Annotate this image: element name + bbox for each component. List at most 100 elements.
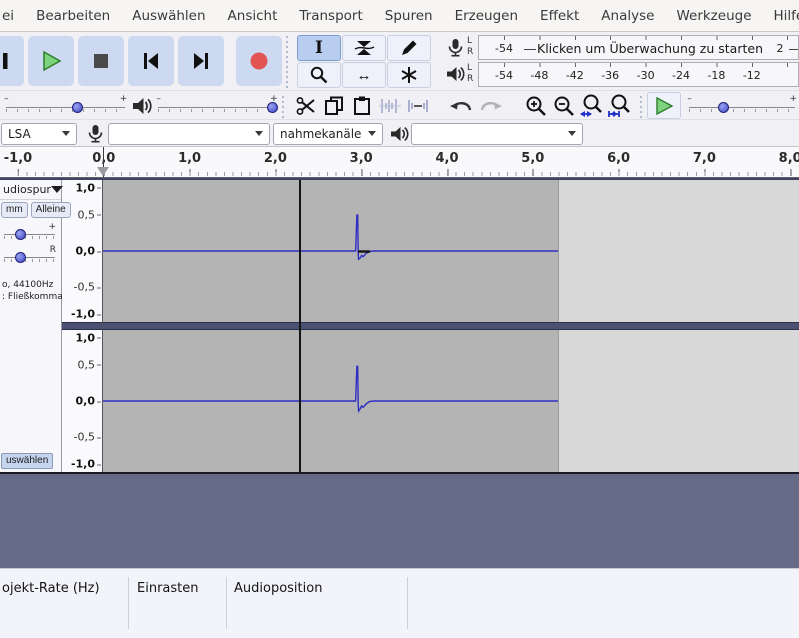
paste-icon [354, 96, 371, 115]
meter-scale-label: -18 [707, 68, 726, 82]
pause-button[interactable] [0, 35, 24, 86]
skip-to-start-button[interactable] [128, 35, 174, 86]
menu-item-Hilfe[interactable]: Hilfe [763, 8, 799, 24]
recording-channels-select[interactable]: nahmekanäle [273, 122, 383, 145]
recording-volume-thumb[interactable] [72, 101, 83, 113]
recording-meter-row: LR -54 Klicken um Überwachung zu starten… [443, 34, 799, 60]
menu-item-Erzeugen[interactable]: Erzeugen [444, 8, 529, 24]
timeline-label: 5,0 [521, 151, 545, 176]
menu-item-Transport[interactable]: Transport [288, 8, 373, 24]
playback-volume-thumb[interactable] [267, 101, 279, 113]
scale-label: -0,5 [73, 430, 102, 444]
fit-project-button[interactable] [607, 93, 633, 119]
copy-button[interactable] [321, 93, 347, 119]
divider [128, 577, 129, 629]
multi-tool-button[interactable] [387, 62, 431, 88]
timeline-label: -1,0 [3, 151, 33, 176]
recording-device-mic-icon [82, 123, 108, 144]
pan-slider[interactable]: R [2, 244, 59, 266]
gain-slider[interactable]: + [2, 221, 59, 243]
menu-item-Ansicht[interactable]: Ansicht [217, 8, 289, 24]
project-background[interactable] [0, 474, 799, 568]
channel-1-waveform[interactable] [103, 180, 799, 322]
channel-2-waveform[interactable] [103, 330, 799, 472]
playback-meter[interactable]: -54-48-42-36-30-24-18-12 -6 [478, 61, 799, 87]
recording-meter[interactable]: -54 Klicken um Überwachung zu starten 2 … [478, 34, 799, 60]
slider-track [4, 257, 55, 258]
zoom-tool-icon [310, 66, 328, 84]
cut-button[interactable] [293, 93, 319, 119]
slider-track [6, 106, 126, 108]
paste-button[interactable] [349, 93, 375, 119]
play-speed-slider[interactable]: – + [685, 94, 799, 118]
toolbar-grip[interactable] [285, 33, 292, 88]
menu-item-Effekt[interactable]: Effekt [529, 8, 590, 24]
channel-separator[interactable] [103, 322, 799, 330]
skip-to-start-icon [144, 52, 158, 69]
play-at-speed-button[interactable] [647, 92, 682, 119]
vertical-rulers: 1,0 0,5 0,0 -0,5 -1,0 1,0 0,5 0,0 -0,5 -1,0 [62, 180, 103, 472]
timeline-label: 2,0 [263, 151, 287, 176]
recording-device-select[interactable] [108, 122, 270, 145]
timeline-label: 6,0 [607, 151, 631, 176]
audio-host-select[interactable]: LSA [1, 122, 77, 145]
silence-audio-button[interactable] [405, 93, 431, 119]
redo-button[interactable] [477, 93, 503, 119]
playback-device-select[interactable] [411, 122, 583, 145]
zoom-out-icon [554, 96, 575, 116]
stop-button[interactable] [78, 35, 124, 86]
channel-1-scale[interactable]: 1,0 0,5 0,0 -0,5 -1,0 [62, 180, 102, 322]
zoom-out-button[interactable] [551, 93, 577, 119]
toolbar-grip[interactable] [639, 93, 647, 118]
meter-scale-label: -54 [495, 41, 513, 55]
fit-selection-button[interactable] [579, 93, 605, 119]
meter-scale-label: -30 [636, 68, 655, 82]
pause-icon [3, 52, 8, 69]
menu-item-Auswählen[interactable]: Auswählen [121, 8, 216, 24]
slider-minus-label: – [4, 93, 9, 104]
meter-scale-label: -36 [601, 68, 620, 82]
track-name-row[interactable]: udiospur [0, 180, 63, 200]
selection-tool-button[interactable]: I [297, 35, 341, 61]
divider [226, 577, 227, 629]
timeline-minor-ticks [18, 172, 799, 176]
menu-item-ei[interactable]: ei [0, 8, 25, 24]
undo-button[interactable] [449, 93, 475, 119]
menu-item-Analyse[interactable]: Analyse [590, 8, 665, 24]
timeline-ruler[interactable]: -1,00,01,02,03,04,05,06,07,08,0 [0, 146, 799, 178]
select-track-button[interactable]: uswählen [1, 453, 54, 469]
slider-ticks [4, 259, 55, 262]
menu-item-Spuren[interactable]: Spuren [374, 8, 444, 24]
trim-audio-button[interactable] [377, 93, 403, 119]
recording-volume-slider[interactable]: – + [2, 94, 129, 118]
playhead-marker[interactable] [97, 167, 109, 176]
menu-item-Werkzeuge[interactable]: Werkzeuge [665, 8, 762, 24]
draw-tool-button[interactable] [387, 35, 431, 61]
mute-button[interactable]: mm [1, 202, 28, 218]
gain-thumb[interactable] [15, 229, 26, 240]
pan-thumb[interactable] [15, 252, 26, 263]
scale-label: 0,5 [77, 208, 101, 222]
scale-label: 0,0 [75, 244, 101, 258]
zoom-tool-button[interactable] [297, 62, 341, 88]
meter-ticks [504, 35, 798, 40]
menu-item-Bearbeiten[interactable]: Bearbeiten [25, 8, 121, 24]
zoom-in-button[interactable] [523, 93, 549, 119]
envelope-tool-button[interactable] [342, 35, 386, 61]
play-button[interactable] [28, 35, 74, 86]
chevron-down-icon [368, 131, 376, 136]
play-speed-thumb[interactable] [718, 101, 730, 113]
redo-icon [481, 101, 503, 110]
silence-audio-icon [408, 99, 429, 112]
playback-volume-speaker-icon [129, 95, 154, 117]
channel-2-scale[interactable]: 1,0 0,5 0,0 -0,5 -1,0 [62, 330, 102, 472]
chevron-down-icon [568, 131, 576, 136]
slider-track [689, 106, 795, 108]
slider-minus-label: – [156, 93, 161, 104]
timeshift-tool-button[interactable]: ↔ [342, 62, 386, 88]
chevron-down-icon [255, 131, 263, 136]
toolbar-grip[interactable] [280, 93, 288, 118]
skip-to-end-button[interactable] [178, 35, 224, 86]
playback-volume-slider[interactable]: – + [154, 94, 279, 118]
record-button[interactable] [236, 35, 282, 86]
